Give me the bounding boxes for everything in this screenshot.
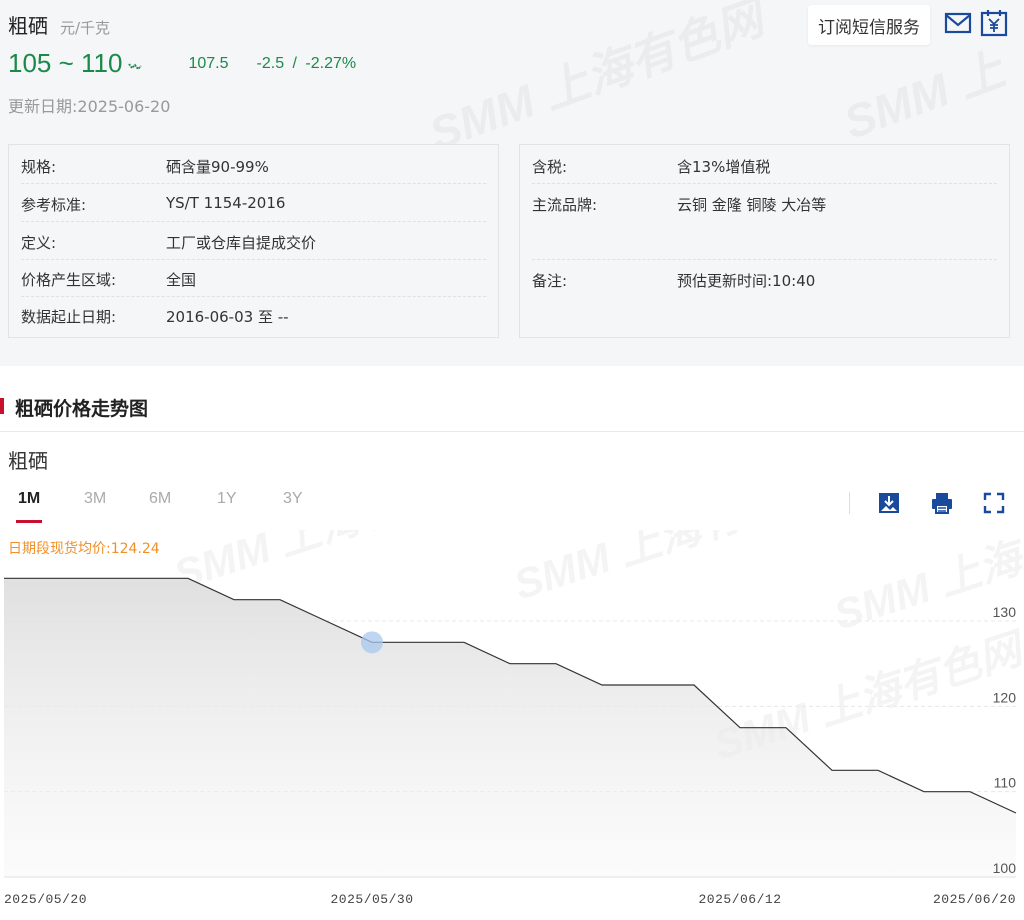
- info-label: 参考标准:: [21, 196, 87, 214]
- info-row-region: 价格产生区域: 全国: [21, 269, 486, 297]
- tab-6m[interactable]: 6M: [149, 490, 171, 524]
- info-row-spec: 规格: 硒含量90-99%: [21, 156, 486, 184]
- info-label: 价格产生区域:: [21, 271, 117, 289]
- tab-1y[interactable]: 1Y: [217, 490, 237, 524]
- print-icon[interactable]: [930, 491, 954, 515]
- product-unit: 元/千克: [60, 19, 111, 37]
- chart-title: 粗硒: [8, 449, 48, 473]
- info-row-definition: 定义: 工厂或仓库自提成交价: [21, 232, 486, 260]
- info-value: 硒含量90-99%: [166, 158, 269, 176]
- info-label: 定义:: [21, 234, 57, 252]
- info-value: 2016-06-03 至 --: [166, 308, 289, 326]
- watermark: SMM 上海有色网: [168, 530, 492, 599]
- data-point: [554, 662, 558, 666]
- product-title: 粗硒: [8, 14, 48, 38]
- tab-1m[interactable]: 1M: [15, 490, 43, 524]
- data-point: [692, 683, 696, 687]
- tab-3y[interactable]: 3Y: [283, 490, 303, 524]
- info-label: 备注:: [532, 272, 568, 290]
- x-tick-label: 2025/05/20: [4, 892, 87, 907]
- data-point: [48, 576, 52, 580]
- fullscreen-icon[interactable]: [982, 491, 1006, 515]
- tab-3m[interactable]: 3M: [84, 490, 106, 524]
- info-value: YS/T 1154-2016: [166, 194, 286, 212]
- y-tick-label: 110: [994, 775, 1017, 791]
- data-point: [968, 790, 972, 794]
- download-image-icon[interactable]: [877, 491, 901, 515]
- calendar-yuan-icon[interactable]: [980, 9, 1008, 37]
- toolbar-divider: [849, 492, 850, 514]
- data-point: [1014, 811, 1018, 815]
- data-point: [186, 576, 190, 580]
- info-box-right: 含税: 含13%增值税 主流品牌: 云铜 金隆 铜陵 大冶等 备注: 预估更新时…: [519, 144, 1010, 338]
- data-point: [508, 662, 512, 666]
- y-tick-label: 100: [993, 860, 1017, 876]
- info-row-brands: 主流品牌: 云铜 金隆 铜陵 大冶等: [532, 194, 997, 260]
- price-summary-panel: SMM 上海有色网 SMM 上 粗硒 元/千克 105 ~ 110 107.5 …: [0, 0, 1024, 366]
- x-tick-label: 2025/05/30: [330, 892, 413, 907]
- info-label: 主流品牌:: [532, 196, 598, 214]
- data-point: [738, 726, 742, 730]
- data-point: [876, 768, 880, 772]
- data-point: [232, 598, 236, 602]
- chart-section-header: 粗硒价格走势图: [0, 382, 1024, 432]
- data-point: [94, 576, 98, 580]
- data-point: [462, 640, 466, 644]
- info-row-standard: 参考标准: YS/T 1154-2016: [21, 194, 486, 222]
- data-point: [324, 619, 328, 623]
- watermark: SMM 上海有色网: [828, 530, 1024, 639]
- data-point: [922, 790, 926, 794]
- period-average-label: 日期段现货均价:124.24: [8, 541, 160, 557]
- chart-svg: SMM 上海有色网SMM 上海有色网SMM 上海有色网SMM 上海有色网 100…: [2, 453, 1024, 907]
- title-row: 粗硒 元/千克: [8, 10, 110, 39]
- watermark: SMM 上海有色网: [422, 0, 770, 161]
- info-value: 工厂或仓库自提成交价: [166, 234, 317, 252]
- data-point: [278, 598, 282, 602]
- info-row-tax: 含税: 含13%增值税: [532, 156, 997, 184]
- info-label: 规格:: [21, 158, 57, 176]
- watermark: SMM 上: [837, 42, 1012, 149]
- watermark: SMM 上海有色网: [508, 530, 832, 609]
- data-point: [830, 768, 834, 772]
- subscribe-sms-button[interactable]: 订阅短信服务: [808, 5, 930, 45]
- section-accent-bar: [0, 398, 4, 414]
- update-label: 更新日期:: [8, 97, 78, 116]
- data-point: [2, 576, 6, 580]
- data-point: [784, 726, 788, 730]
- price-change: -2.5 / -2.27%: [256, 54, 357, 72]
- average-price: 107.5: [188, 54, 229, 72]
- info-box-left: 规格: 硒含量90-99% 参考标准: YS/T 1154-2016 定义: 工…: [8, 144, 499, 338]
- info-value: 预估更新时间:10:40: [677, 272, 816, 290]
- section-title: 粗硒价格走势图: [15, 398, 149, 420]
- x-tick-label: 2025/06/12: [698, 892, 781, 907]
- price-range: 105 ~ 110: [8, 48, 123, 78]
- info-value: 全国: [166, 271, 197, 289]
- highlighted-point: [361, 631, 383, 654]
- price-chart[interactable]: SMM 上海有色网SMM 上海有色网SMM 上海有色网SMM 上海有色网 100…: [0, 453, 1024, 920]
- y-tick-label: 120: [993, 689, 1017, 705]
- data-point: [416, 640, 420, 644]
- data-point: [140, 576, 144, 580]
- mail-icon[interactable]: [944, 11, 972, 35]
- info-label: 含税:: [532, 158, 568, 176]
- data-point: [600, 683, 604, 687]
- info-row-remark: 备注: 预估更新时间:10:40: [532, 270, 997, 298]
- info-value: 云铜 金隆 铜陵 大冶等: [677, 196, 827, 214]
- price-row: 105 ~ 110 107.5 -2.5 / -2.27%: [8, 48, 356, 79]
- update-date-row: 更新日期:2025-06-20: [8, 93, 170, 117]
- update-date: 2025-06-20: [77, 97, 171, 116]
- y-tick-label: 130: [993, 604, 1017, 620]
- info-label: 数据起止日期:: [21, 308, 117, 326]
- info-value: 含13%增值税: [677, 158, 771, 176]
- data-point: [646, 683, 650, 687]
- info-row-date-range: 数据起止日期: 2016-06-03 至 --: [21, 306, 486, 332]
- x-tick-label: 2025/06/20: [933, 892, 1016, 907]
- trend-down-icon: [128, 62, 143, 70]
